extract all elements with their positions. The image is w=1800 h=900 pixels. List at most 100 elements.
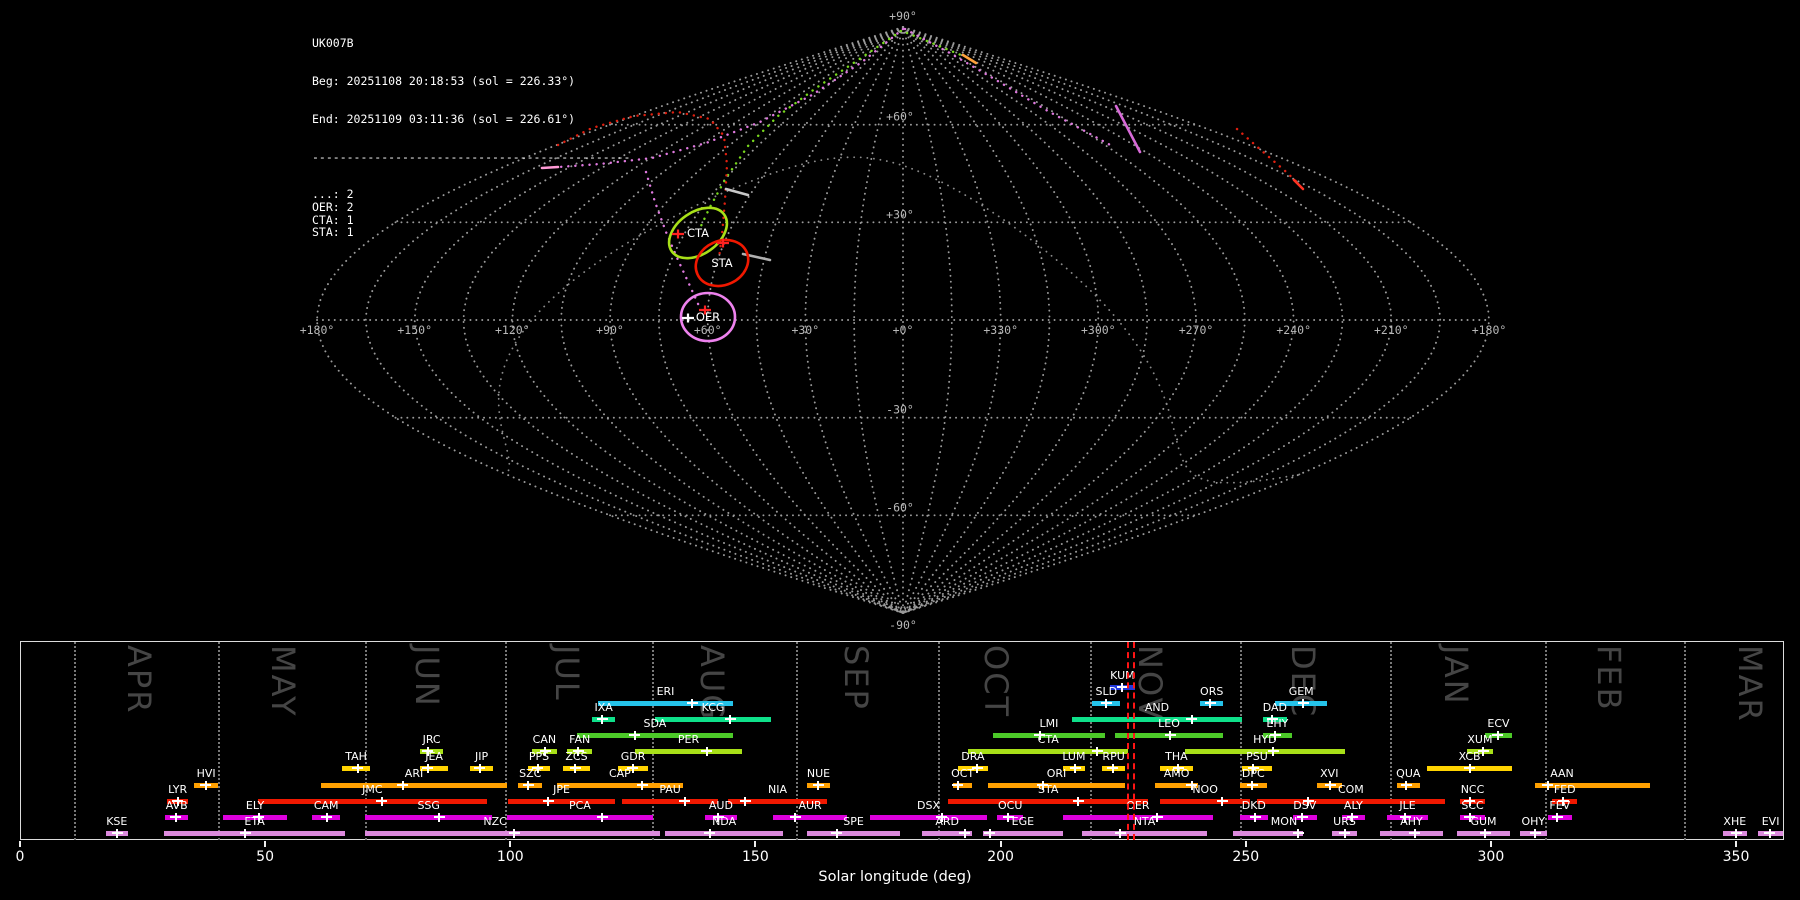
count-STA: STA: 1 (312, 226, 631, 239)
shower-label-GEM: GEM (1289, 686, 1314, 698)
shower-label-DPC: DPC (1242, 768, 1265, 780)
shower-peak-marker-TAH (352, 764, 363, 773)
shower-label-HVI: HVI (197, 768, 216, 780)
x-tick-label-300: 300 (1478, 849, 1505, 865)
shower-bar-NTA (1082, 831, 1207, 836)
month-gridline-MAY (218, 642, 220, 840)
shower-peak-marker-LEO (1165, 731, 1176, 740)
month-label-FEB: FEB (1590, 645, 1628, 712)
shower-peak-marker-JPE (543, 797, 554, 806)
month-gridline-JUL (505, 642, 507, 840)
shower-peak-marker-AHY (1409, 829, 1420, 838)
shower-label-EHY: EHY (1266, 718, 1288, 730)
shower-peak-marker-PAU (679, 797, 690, 806)
shower-peak-marker-NTA (1115, 829, 1126, 838)
shower-bar-AND (1072, 717, 1242, 722)
shower-counts: ...: 2OER: 2CTA: 1STA: 1 (312, 188, 631, 238)
shower-label-EGE: EGE (1012, 816, 1034, 828)
shower-peak-marker-OHY (1530, 829, 1541, 838)
shower-label-AMO: AMO (1164, 768, 1190, 780)
shower-label-KCG: KCG (702, 702, 725, 714)
shower-label-OER: OER (1126, 800, 1149, 812)
x-tick-100 (509, 841, 511, 847)
shower-peak-marker-QUA (1401, 781, 1412, 790)
shower-peak-marker-DPC (1247, 781, 1258, 790)
month-label-MAR: MAR (1731, 645, 1769, 723)
shower-label-PCA: PCA (569, 800, 591, 812)
shower-peak-marker-ECV (1492, 731, 1503, 740)
shower-label-ARD: ARD (935, 816, 959, 828)
shower-peak-marker-EGE (984, 829, 995, 838)
shower-label-LMI: LMI (1039, 718, 1058, 730)
shower-peak-marker-ARD (959, 829, 970, 838)
shower-label-AVB: AVB (166, 800, 188, 812)
x-tick-300 (1490, 841, 1492, 847)
shower-label-NIA: NIA (768, 784, 787, 796)
shower-label-DRA: DRA (961, 751, 984, 763)
shower-peak-marker-KCG (725, 715, 736, 724)
shower-peak-marker-CAM (321, 813, 332, 822)
shower-peak-marker-SDA (629, 731, 640, 740)
shower-peak-marker-AVB (170, 813, 181, 822)
shower-label-EVI: EVI (1762, 816, 1780, 828)
shower-peak-marker-SLD (1101, 699, 1112, 708)
shower-label-NZC: NZC (483, 816, 506, 828)
shower-peak-marker-DSV (1297, 813, 1308, 822)
shower-label-GUM: GUM (1470, 816, 1496, 828)
x-tick-0 (19, 841, 21, 847)
shower-label-PPS: PPS (529, 751, 549, 763)
end-time: End: 20251109 03:11:36 (sol = 226.61°) (312, 113, 631, 126)
observation-header: UK007B Beg: 20251108 20:18:53 (sol = 226… (312, 12, 631, 251)
shower-label-HYD: HYD (1253, 734, 1276, 746)
shower-peak-marker-MON (1293, 829, 1304, 838)
shower-bar-PER (635, 749, 742, 754)
shower-label-KSE: KSE (106, 816, 127, 828)
shower-peak-marker-NZC (509, 829, 520, 838)
shower-peak-marker-NUE (813, 781, 824, 790)
month-gridline-FEB (1545, 642, 1547, 840)
shower-label-IXA: IXA (595, 702, 613, 714)
shower-label-ECV: ECV (1487, 718, 1509, 730)
shower-peak-marker-LUM (1070, 764, 1081, 773)
shower-label-KUM: KUM (1110, 670, 1134, 682)
shower-label-DSV: DSV (1293, 800, 1316, 812)
shower-label-JEA: JEA (425, 751, 443, 763)
shower-peak-marker-URS (1339, 829, 1350, 838)
x-tick-150 (754, 841, 756, 847)
shower-label-XUM: XUM (1467, 734, 1492, 746)
shower-peak-marker-OCT (952, 781, 963, 790)
month-label-APR: APR (120, 645, 158, 714)
x-tick-label-250: 250 (1232, 849, 1259, 865)
x-tick-label-350: 350 (1723, 849, 1750, 865)
shower-label-NCC: NCC (1461, 784, 1485, 796)
shower-peak-marker-ARI (397, 781, 408, 790)
shower-peak-marker-STA (1073, 797, 1084, 806)
shower-peak-marker-GUM (1480, 829, 1491, 838)
x-tick-label-50: 50 (256, 849, 274, 865)
x-tick-250 (1245, 841, 1247, 847)
shower-label-ZCS: ZCS (565, 751, 587, 763)
shower-peak-marker-ETA (240, 829, 251, 838)
shower-peak-marker-FEV (1552, 813, 1563, 822)
shower-label-CAP: CAP (609, 768, 631, 780)
shower-label-AUD: AUD (709, 800, 733, 812)
shower-bar-JMC (258, 799, 487, 804)
shower-label-DSX: DSX (917, 800, 940, 812)
current-sol-cursor (1133, 642, 1135, 840)
shower-label-STA: STA (1038, 784, 1058, 796)
month-gridline-MAR (1684, 642, 1686, 840)
x-tick-label-100: 100 (497, 849, 524, 865)
shower-bar-PAU (622, 799, 718, 804)
shower-peak-marker-XHE (1731, 829, 1742, 838)
shower-label-ARI: ARI (405, 768, 423, 780)
shower-bar-NDA (665, 831, 783, 836)
shower-bar-SDA (577, 733, 733, 738)
shower-label-SCC: SCC (1461, 800, 1483, 812)
shower-bar-SPE (807, 831, 900, 836)
shower-peak-marker-CTA (1092, 747, 1103, 756)
x-axis-title: Solar longitude (deg) (818, 869, 971, 885)
shower-label-TAH: TAH (345, 751, 367, 763)
x-tick-200 (1000, 841, 1002, 847)
shower-label-FED: FED (1554, 784, 1576, 796)
shower-peak-marker-SPE (831, 829, 842, 838)
